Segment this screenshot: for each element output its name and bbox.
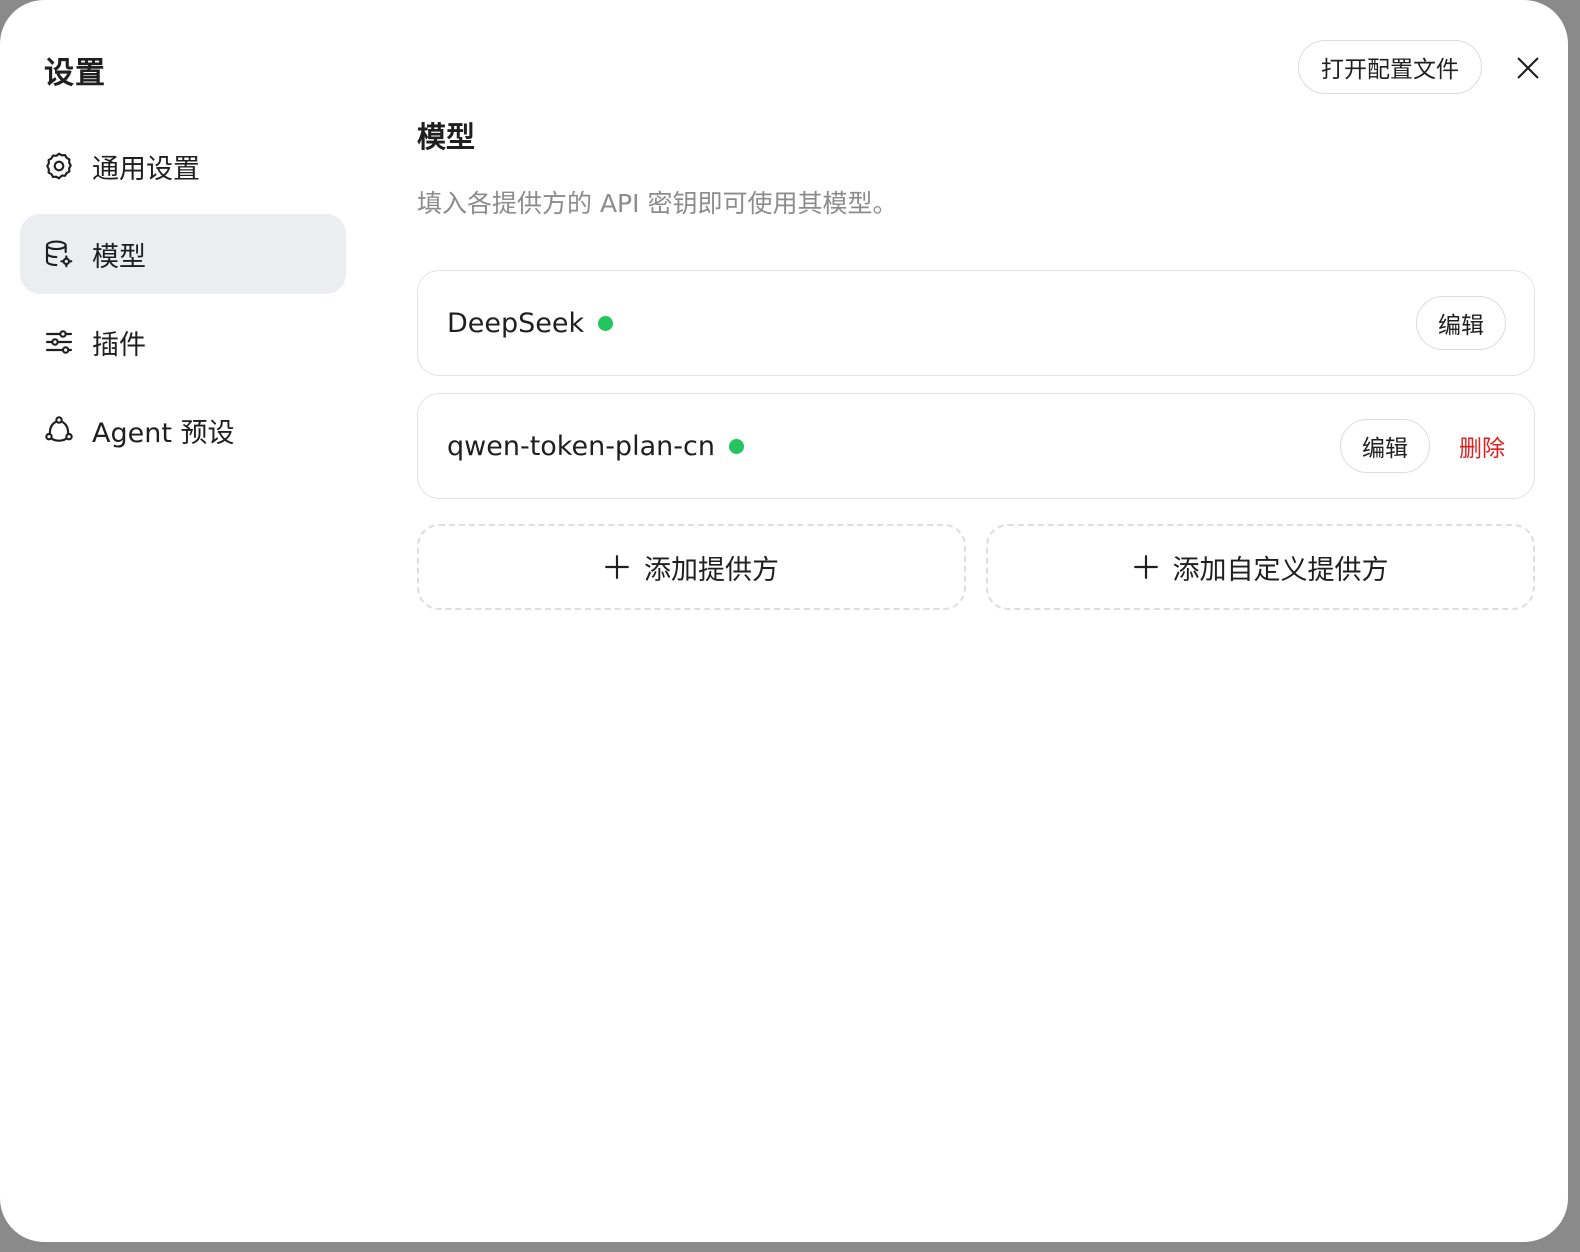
sidebar-item-label: 插件 [92,329,146,361]
database-gear-icon [43,238,75,270]
sidebar-item-label: 模型 [92,241,146,273]
gear-icon [43,150,75,182]
sliders-icon [43,326,75,358]
provider-name: qwen-token-plan-cn [447,430,715,462]
provider-card-deepseek: DeepSeek 编辑 [417,270,1535,376]
sidebar-item-label: 通用设置 [92,153,200,185]
settings-title: 设置 [44,56,106,91]
close-icon [1517,57,1539,79]
add-provider-label: 添加提供方 [644,554,779,586]
edit-provider-button[interactable]: 编辑 [1416,296,1506,350]
provider-actions: 编辑 [1416,296,1506,350]
close-button[interactable] [1510,50,1546,86]
add-custom-provider-button[interactable]: 添加自定义提供方 [986,524,1535,610]
plus-icon [605,555,629,579]
settings-dialog: 设置 通用设置 模型 插件 Agent 预设 打开配置文件 模型 填入各提供方的… [0,0,1568,1242]
plus-icon [1133,555,1158,579]
sidebar-item-label: Agent 预设 [92,417,235,449]
provider-card-qwen: qwen-token-plan-cn 编辑 删除 [417,393,1535,499]
status-dot-icon [728,438,744,454]
add-custom-provider-label: 添加自定义提供方 [1172,554,1389,586]
add-provider-button[interactable]: 添加提供方 [417,524,966,610]
sidebar-item-agent-presets[interactable]: Agent 预设 [20,390,346,470]
provider-actions: 编辑 删除 [1340,419,1506,473]
delete-provider-button[interactable]: 删除 [1458,429,1506,463]
provider-name: DeepSeek [447,307,585,339]
page-title: 模型 [417,120,476,154]
open-config-file-button[interactable]: 打开配置文件 [1298,40,1482,94]
sidebar-item-models[interactable]: 模型 [20,214,346,294]
status-dot-icon [598,315,614,331]
agent-network-icon [43,414,75,446]
edit-provider-button[interactable]: 编辑 [1340,419,1430,473]
sidebar-item-plugins[interactable]: 插件 [20,302,346,382]
settings-sidebar: 通用设置 模型 插件 Agent 预设 [20,126,346,478]
page-description: 填入各提供方的 API 密钥即可使用其模型。 [417,189,898,218]
sidebar-item-general[interactable]: 通用设置 [20,126,346,206]
